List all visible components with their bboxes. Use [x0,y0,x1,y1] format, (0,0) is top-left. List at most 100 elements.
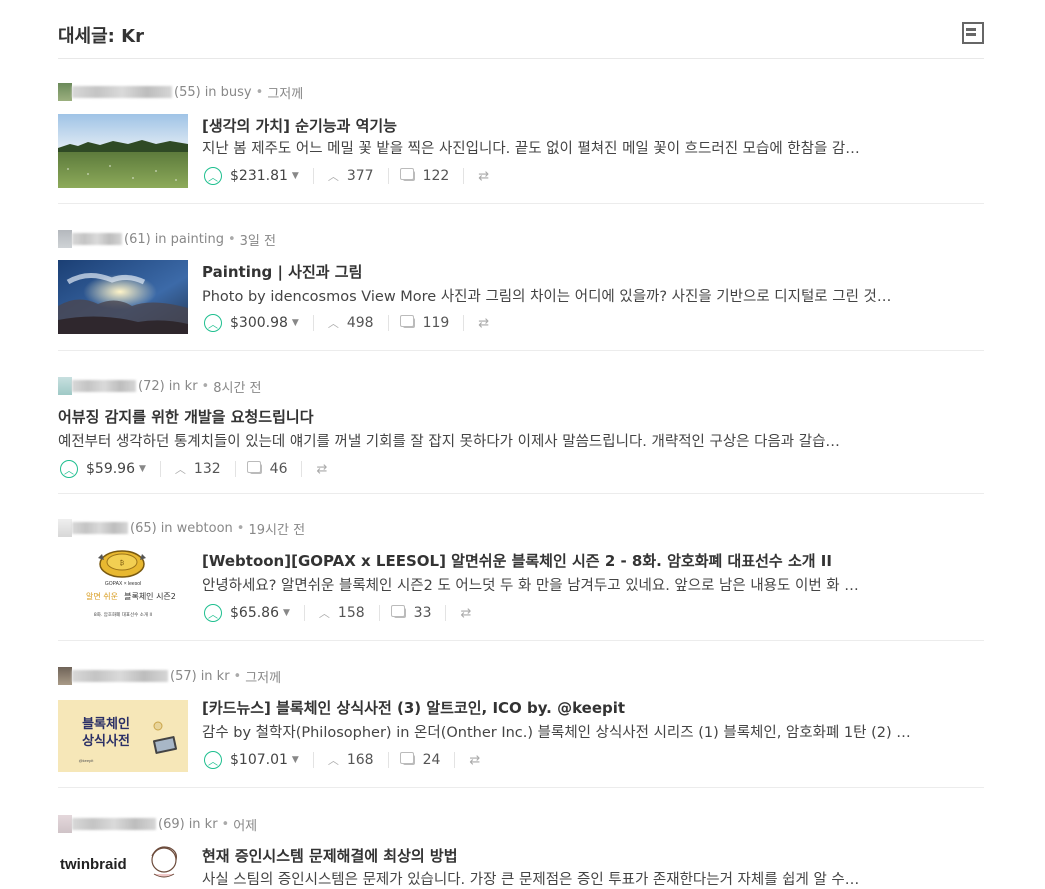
upvote-icon[interactable]: ︿ [60,460,78,478]
comments-count[interactable]: 33 [414,605,432,621]
votes-count[interactable]: 377 [347,168,374,184]
chevron-down-icon[interactable]: ▼ [139,464,146,474]
author-name[interactable] [72,233,122,245]
post-time[interactable]: 3일 전 [240,230,276,249]
author-name[interactable] [72,818,156,830]
post-meta: (57) in kr • 그저께 [58,666,281,686]
category-link[interactable]: in kr [189,817,218,832]
votes-count[interactable]: 168 [347,752,374,768]
thumb-line3: 8화. 암호화폐 대표선수 소개 II [94,611,152,618]
avatar[interactable] [58,667,72,685]
votes-icon: ︿ [327,317,339,330]
list-view-icon[interactable] [962,22,984,44]
comments-count[interactable]: 122 [423,168,450,184]
post-summary[interactable]: 예전부터 생각하던 통계치들이 있는데 얘기를 꺼낼 기회를 잘 잡지 못하다가… [58,430,978,451]
votes-icon: ︿ [318,607,330,620]
avatar[interactable] [58,377,72,395]
post-time[interactable]: 어제 [233,815,257,834]
comments-icon[interactable] [390,605,406,618]
thumb-sub: @keepit [79,758,95,763]
post-time[interactable]: 그저께 [267,83,303,102]
author-name[interactable] [72,522,128,534]
comments-count[interactable]: 24 [423,752,441,768]
post-meta: (65) in webtoon • 19시간 전 [58,518,305,538]
avatar[interactable] [58,230,72,248]
post-thumbnail[interactable]: 블록체인 상식사전 @keepit [58,700,188,772]
comments-icon[interactable] [246,461,262,474]
thumb-line2: 블록체인 시즌2 [124,591,176,601]
comments-icon[interactable] [399,752,415,765]
post-footer: ︿ $107.01 ▼ ︿ 168 24 ⇄ [204,749,480,771]
avatar[interactable] [58,815,72,833]
payout-value[interactable]: $65.86 [230,605,279,621]
upvote-icon[interactable]: ︿ [204,167,222,185]
thumb-text-1: 블록체인 [82,716,130,732]
category-link[interactable]: in kr [201,669,230,684]
author-reputation: (65) [130,520,157,536]
chevron-down-icon[interactable]: ▼ [292,318,299,328]
post-summary[interactable]: 사실 스팀의 증인시스템은 문제가 있습니다. 가장 큰 문제점은 증인 투표가… [202,868,972,889]
thumb-line1: 알면 쉬운 [86,591,118,601]
post-title[interactable]: 현재 증인시스템 문제해결에 최상의 방법 [202,845,458,866]
upvote-icon[interactable]: ︿ [204,604,222,622]
post-item: (57) in kr • 그저께 블록체인 상식사전 @keepit [카드뉴스… [58,641,984,788]
post-item: (61) in painting • 3일 전 Painting | 사진과 그… [58,204,984,351]
post-title[interactable]: [Webtoon][GOPAX x LEESOL] 알면쉬운 블록체인 시즌 2… [202,550,832,571]
post-summary[interactable]: 지난 봄 제주도 어느 메밀 꽃 밭을 찍은 사진입니다. 끝도 없이 펼쳐진 … [202,137,972,158]
post-thumbnail[interactable]: ₿ GOPAX × leesol 알면 쉬운 블록체인 시즌2 8화. 암호화폐… [58,546,188,630]
post-thumbnail[interactable]: twinbraid [58,842,188,884]
resteem-icon[interactable]: ⇄ [469,753,480,768]
comments-count[interactable]: 119 [423,315,450,331]
votes-count[interactable]: 158 [338,605,365,621]
votes-count[interactable]: 498 [347,315,374,331]
post-meta: (69) in kr • 어제 [58,814,257,834]
upvote-icon[interactable]: ︿ [204,751,222,769]
author-name[interactable] [72,380,136,392]
post-time[interactable]: 그저께 [245,667,281,686]
category-link[interactable]: in webtoon [161,521,233,536]
post-meta: (72) in kr • 8시간 전 [58,376,262,396]
avatar[interactable] [58,519,72,537]
category-link[interactable]: in kr [169,379,198,394]
payout-value[interactable]: $59.96 [86,461,135,477]
resteem-icon[interactable]: ⇄ [316,462,327,477]
post-title[interactable]: 어뷰징 감지를 위한 개발을 요청드립니다 [58,406,314,427]
post-summary[interactable]: Photo by idencosmos View More 사진과 그림의 차이… [202,285,972,306]
post-time[interactable]: 19시간 전 [248,519,305,538]
upvote-icon[interactable]: ︿ [204,314,222,332]
votes-count[interactable]: 132 [194,461,221,477]
post-item: (65) in webtoon • 19시간 전 ₿ GOPAX × leeso… [58,494,984,641]
post-time[interactable]: 8시간 전 [213,377,261,396]
author-name[interactable] [72,86,172,98]
post-summary[interactable]: 감수 by 철학자(Philosopher) in 온더(Onther Inc.… [202,721,972,742]
post-title[interactable]: [생각의 가치] 순기능과 역기능 [202,115,397,136]
category-link[interactable]: in painting [155,232,224,247]
author-reputation: (72) [138,378,165,394]
payout-value[interactable]: $231.81 [230,168,288,184]
post-title[interactable]: [카드뉴스] 블록체인 상식사전 (3) 알트코인, ICO by. @keep… [202,697,625,718]
author-reputation: (57) [170,668,197,684]
chevron-down-icon[interactable]: ▼ [283,608,290,618]
resteem-icon[interactable]: ⇄ [460,606,471,621]
resteem-icon[interactable]: ⇄ [478,316,489,331]
resteem-icon[interactable]: ⇄ [478,169,489,184]
post-thumbnail[interactable] [58,260,188,334]
avatar[interactable] [58,83,72,101]
payout-value[interactable]: $300.98 [230,315,288,331]
post-thumbnail[interactable] [58,114,188,188]
category-link[interactable]: in busy [205,85,252,100]
author-reputation: (61) [124,231,151,247]
post-summary[interactable]: 안녕하세요? 알면쉬운 블록체인 시즌2 도 어느덧 두 화 만을 남겨두고 있… [202,574,972,595]
author-reputation: (55) [174,84,201,100]
comments-icon[interactable] [399,315,415,328]
comments-count[interactable]: 46 [270,461,288,477]
thumb-brand: twinbraid [60,856,127,873]
author-name[interactable] [72,670,168,682]
payout-value[interactable]: $107.01 [230,752,288,768]
chevron-down-icon[interactable]: ▼ [292,171,299,181]
svg-text:₿: ₿ [120,560,125,567]
chevron-down-icon[interactable]: ▼ [292,755,299,765]
comments-icon[interactable] [399,168,415,181]
post-title[interactable]: Painting | 사진과 그림 [202,261,362,282]
votes-icon: ︿ [327,170,339,183]
